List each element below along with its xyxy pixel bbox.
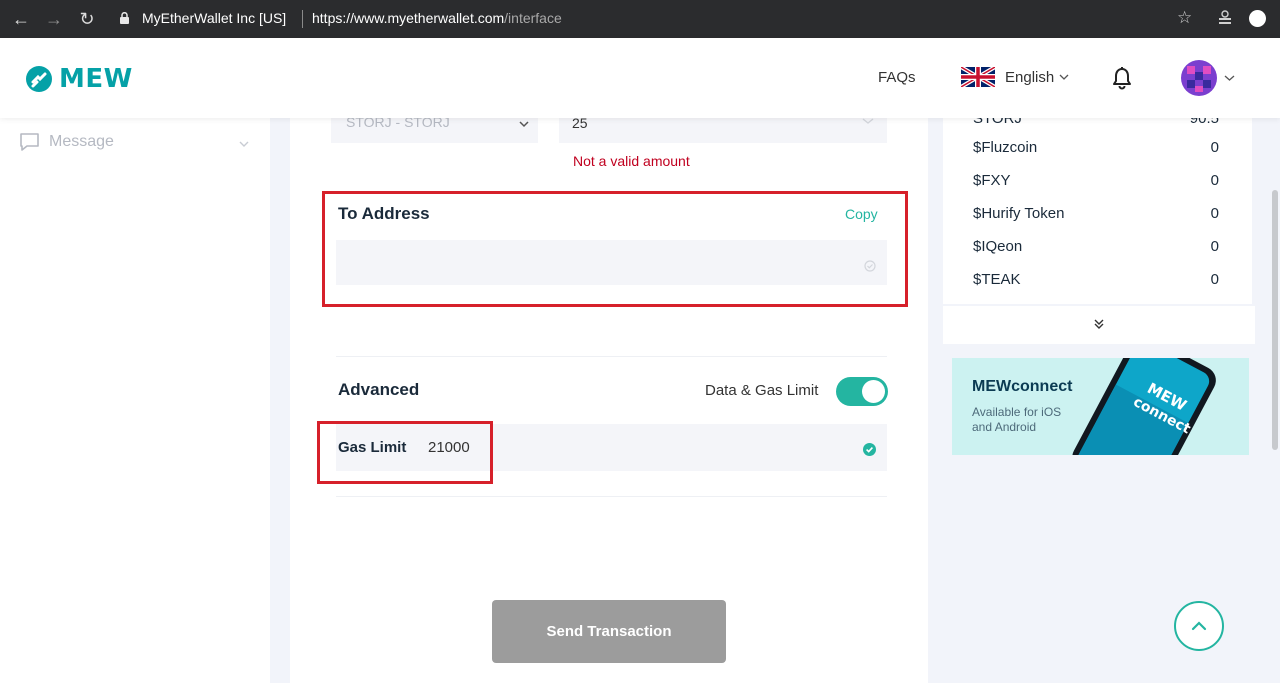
sidebar-item-label: Message	[49, 133, 114, 150]
gas-limit-value: 21000	[428, 439, 470, 456]
token-name: $TEAK	[973, 271, 1021, 288]
uk-flag-icon	[961, 67, 995, 87]
send-form: STORJ - STORJ 25 Not a valid amount To A…	[290, 114, 928, 683]
data-gas-label: Data & Gas Limit	[705, 382, 819, 399]
mew-logo-icon	[26, 66, 52, 92]
token-select[interactable]: STORJ - STORJ	[331, 114, 538, 143]
token-name: $Fluzcoin	[973, 139, 1038, 156]
divider	[336, 356, 887, 357]
send-transaction-button[interactable]: Send Transaction	[492, 600, 726, 663]
app-header: MEW FAQs English	[0, 38, 1280, 118]
url-host: https://www.myetherwallet.com	[312, 10, 505, 26]
token-name: $FXY	[973, 172, 1011, 189]
promo-line-2: and Android	[972, 420, 1037, 434]
check-icon	[862, 118, 874, 124]
amount-error: Not a valid amount	[573, 153, 690, 169]
reload-icon[interactable]: ↻	[77, 9, 97, 29]
check-circle-icon	[863, 443, 876, 456]
avatar[interactable]	[1181, 60, 1217, 96]
faqs-link[interactable]: FAQs	[878, 69, 916, 86]
sidebar-item-message[interactable]: Message	[19, 132, 114, 152]
back-icon[interactable]: ←	[11, 9, 31, 29]
address-bar[interactable]: https://www.myetherwallet.com/interface	[312, 10, 562, 26]
expand-tokens-button[interactable]	[943, 306, 1255, 344]
chevron-down-icon	[1059, 74, 1069, 80]
toggle-knob	[862, 380, 885, 403]
token-balance: 0	[1210, 139, 1219, 156]
copy-button[interactable]: Copy	[845, 206, 878, 222]
token-name: $IQeon	[973, 238, 1023, 255]
forward-icon[interactable]: →	[44, 9, 64, 29]
token-balance: 0	[1210, 205, 1219, 222]
token-balance: 0	[1210, 172, 1219, 189]
data-gas-toggle[interactable]	[836, 377, 888, 406]
check-circle-icon	[864, 260, 876, 272]
scrollbar[interactable]	[1272, 190, 1278, 450]
extension-icon[interactable]	[1217, 10, 1233, 26]
amount-input[interactable]: 25	[559, 115, 887, 143]
lock-icon	[120, 12, 129, 24]
double-chevron-down-icon	[1094, 319, 1104, 329]
mew-logo[interactable]: MEW	[25, 64, 133, 94]
sidebar: Message	[0, 118, 270, 683]
scroll-to-top-button[interactable]	[1174, 601, 1224, 651]
browser-toolbar: ← → ↻ MyEtherWallet Inc [US] https://www…	[0, 0, 1280, 38]
divider	[336, 496, 887, 497]
star-icon[interactable]: ☆	[1177, 8, 1192, 28]
chevron-up-icon	[1191, 621, 1207, 631]
message-icon	[20, 133, 39, 151]
chevron-down-icon	[519, 121, 529, 128]
mewconnect-banner[interactable]: MEWconnect Available for iOS and Android…	[952, 358, 1249, 455]
language-label: English	[1005, 68, 1055, 86]
token-balance: 0	[1210, 271, 1219, 288]
bell-icon[interactable]	[1111, 66, 1133, 90]
to-address-input[interactable]	[336, 240, 887, 285]
url-path: /interface	[504, 10, 562, 26]
phone-illustration: MEW connect	[1072, 358, 1216, 455]
logo-text: MEW	[59, 64, 133, 94]
token-name: $Hurify Token	[973, 205, 1065, 222]
advanced-title: Advanced	[338, 380, 420, 399]
chevron-down-icon[interactable]	[1224, 73, 1235, 83]
to-address-title: To Address	[338, 204, 430, 223]
token-balance: 0	[1210, 238, 1219, 255]
chevron-down-icon[interactable]	[239, 140, 249, 148]
site-identity[interactable]: MyEtherWallet Inc [US]	[142, 10, 286, 26]
token-balances: STORJ 90.5 $Fluzcoin 0 $FXY 0 $Hurify To…	[943, 110, 1252, 304]
promo-line-1: Available for iOS	[972, 405, 1062, 419]
url-divider	[302, 10, 303, 28]
profile-icon[interactable]	[1249, 10, 1266, 27]
language-selector[interactable]: English	[961, 67, 1069, 87]
gas-limit-label: Gas Limit	[338, 439, 407, 456]
